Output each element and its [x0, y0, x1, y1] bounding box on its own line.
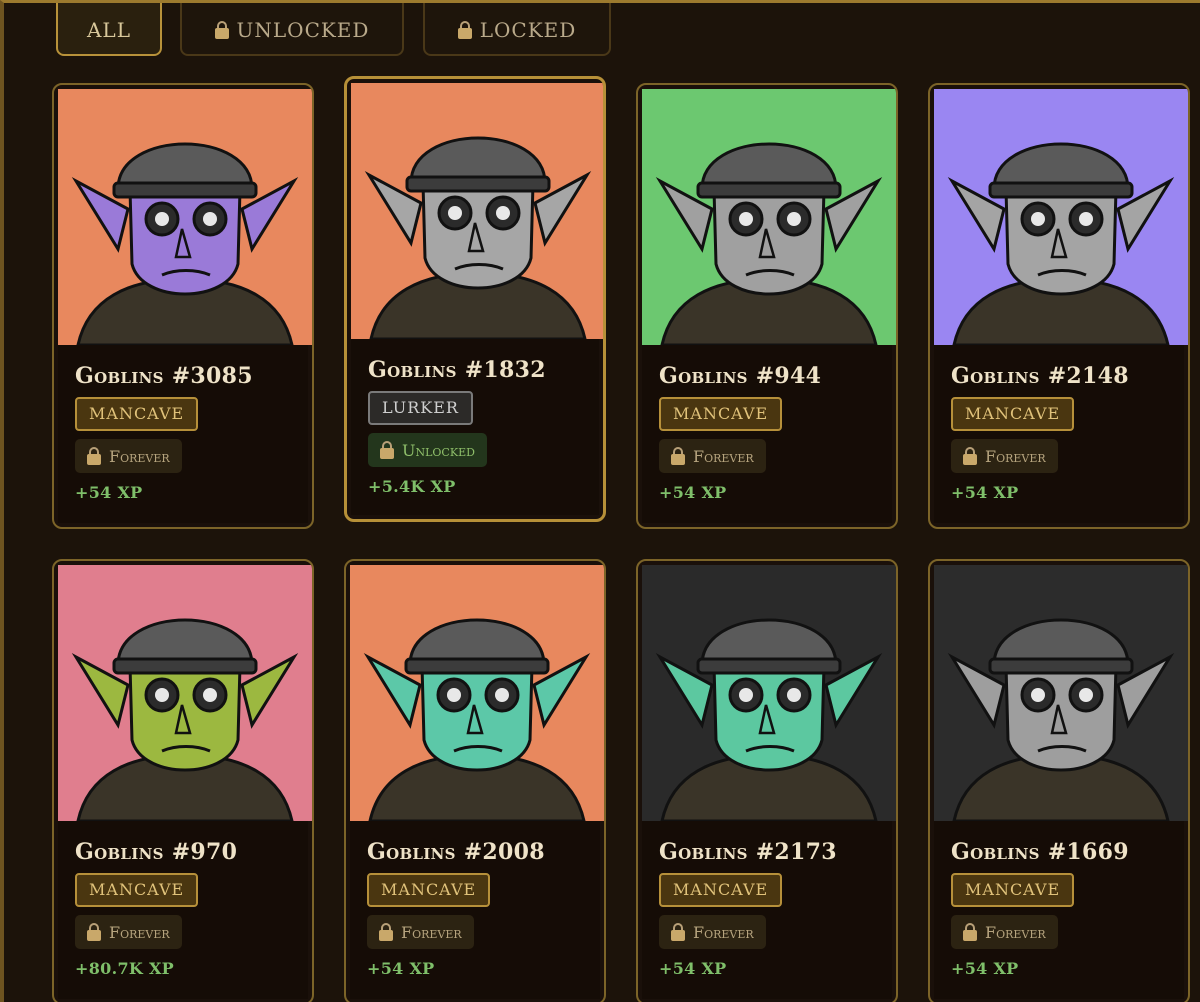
goblin-artwork: [351, 83, 603, 339]
lock-status-label: Forever: [401, 922, 462, 942]
card-title: Goblins #970: [75, 839, 238, 865]
xp-value: +54 XP: [659, 483, 727, 502]
nft-card[interactable]: Goblins #2173 MANCAVE Forever +54 XP: [636, 559, 898, 1002]
card-title: Goblins #1669: [951, 839, 1129, 865]
nft-card[interactable]: Goblins #2008 MANCAVE Forever +54 XP: [344, 559, 606, 1002]
lock-icon: [214, 20, 229, 39]
lock-icon: [671, 923, 685, 941]
lock-status-badge: Unlocked: [368, 433, 487, 467]
lock-status-badge: Forever: [951, 439, 1058, 473]
lock-status-badge: Forever: [75, 439, 182, 473]
xp-value: +54 XP: [367, 959, 435, 978]
card-info: Goblins #2148 MANCAVE Forever +54 XP: [934, 345, 1184, 523]
goblin-artwork: [642, 565, 896, 821]
nft-card[interactable]: Goblins #1669 MANCAVE Forever +54 XP: [928, 559, 1190, 1002]
card-info: Goblins #2008 MANCAVE Forever +54 XP: [350, 821, 600, 999]
xp-value: +54 XP: [659, 959, 727, 978]
card-title: Goblins #1832: [368, 357, 546, 383]
nft-card[interactable]: Goblins #970 MANCAVE Forever +80.7K XP: [52, 559, 314, 1002]
lock-status-badge: Forever: [659, 439, 766, 473]
location-badge: MANCAVE: [659, 397, 783, 431]
location-badge: LURKER: [368, 391, 473, 425]
lock-icon: [87, 447, 101, 465]
lock-icon: [380, 441, 394, 459]
nft-card[interactable]: Goblins #2148 MANCAVE Forever +54 XP: [928, 83, 1190, 529]
lock-status-label: Forever: [693, 922, 754, 942]
card-info: Goblins #944 MANCAVE Forever +54 XP: [642, 345, 892, 523]
filter-locked-label: LOCKED: [479, 17, 577, 42]
card-title: Goblins #2008: [367, 839, 545, 865]
lock-icon: [963, 923, 977, 941]
goblin-artwork: [934, 565, 1188, 821]
lock-icon: [457, 20, 472, 39]
lock-status-label: Forever: [985, 446, 1046, 466]
goblin-artwork: [934, 89, 1188, 345]
goblin-artwork: [350, 565, 604, 821]
nft-card[interactable]: Goblins #1832 LURKER Unlocked +5.4K XP: [344, 76, 606, 522]
filter-unlocked-button[interactable]: UNLOCKED: [180, 3, 404, 56]
card-title: Goblins #2148: [951, 363, 1129, 389]
xp-value: +54 XP: [75, 483, 143, 502]
nft-card[interactable]: Goblins #3085 MANCAVE Forever +54 XP: [52, 83, 314, 529]
lock-icon: [379, 923, 393, 941]
location-badge: MANCAVE: [659, 873, 783, 907]
lock-icon: [87, 923, 101, 941]
filter-all-button[interactable]: ALL: [56, 3, 162, 56]
lock-status-badge: Forever: [951, 915, 1058, 949]
card-title: Goblins #2173: [659, 839, 837, 865]
card-info: Goblins #970 MANCAVE Forever +80.7K XP: [58, 821, 308, 999]
card-info: Goblins #3085 MANCAVE Forever +54 XP: [58, 345, 308, 523]
lock-status-label: Forever: [985, 922, 1046, 942]
location-badge: MANCAVE: [75, 873, 199, 907]
lock-status-label: Forever: [693, 446, 754, 466]
lock-status-label: Forever: [109, 446, 170, 466]
goblin-artwork: [58, 565, 312, 821]
card-info: Goblins #2173 MANCAVE Forever +54 XP: [642, 821, 892, 999]
goblin-artwork: [58, 89, 312, 345]
location-badge: MANCAVE: [367, 873, 491, 907]
card-info: Goblins #1669 MANCAVE Forever +54 XP: [934, 821, 1184, 999]
lock-icon: [963, 447, 977, 465]
goblin-artwork: [642, 89, 896, 345]
location-badge: MANCAVE: [951, 873, 1075, 907]
xp-value: +5.4K XP: [368, 477, 456, 496]
nft-card[interactable]: Goblins #944 MANCAVE Forever +54 XP: [636, 83, 898, 529]
xp-value: +54 XP: [951, 483, 1019, 502]
card-info: Goblins #1832 LURKER Unlocked +5.4K XP: [351, 339, 599, 515]
lock-status-label: Unlocked: [402, 440, 475, 460]
card-title: Goblins #944: [659, 363, 822, 389]
xp-value: +54 XP: [951, 959, 1019, 978]
card-title: Goblins #3085: [75, 363, 253, 389]
xp-value: +80.7K XP: [75, 959, 174, 978]
filter-unlocked-label: UNLOCKED: [236, 17, 370, 42]
filter-all-label: ALL: [86, 17, 131, 42]
lock-status-badge: Forever: [367, 915, 474, 949]
lock-icon: [671, 447, 685, 465]
location-badge: MANCAVE: [75, 397, 199, 431]
filter-locked-button[interactable]: LOCKED: [423, 3, 611, 56]
app-frame: ALL UNLOCKED LOCKED Goblins #3085 MANCAV…: [0, 0, 1200, 1002]
location-badge: MANCAVE: [951, 397, 1075, 431]
lock-status-badge: Forever: [75, 915, 182, 949]
lock-status-badge: Forever: [659, 915, 766, 949]
lock-status-label: Forever: [109, 922, 170, 942]
